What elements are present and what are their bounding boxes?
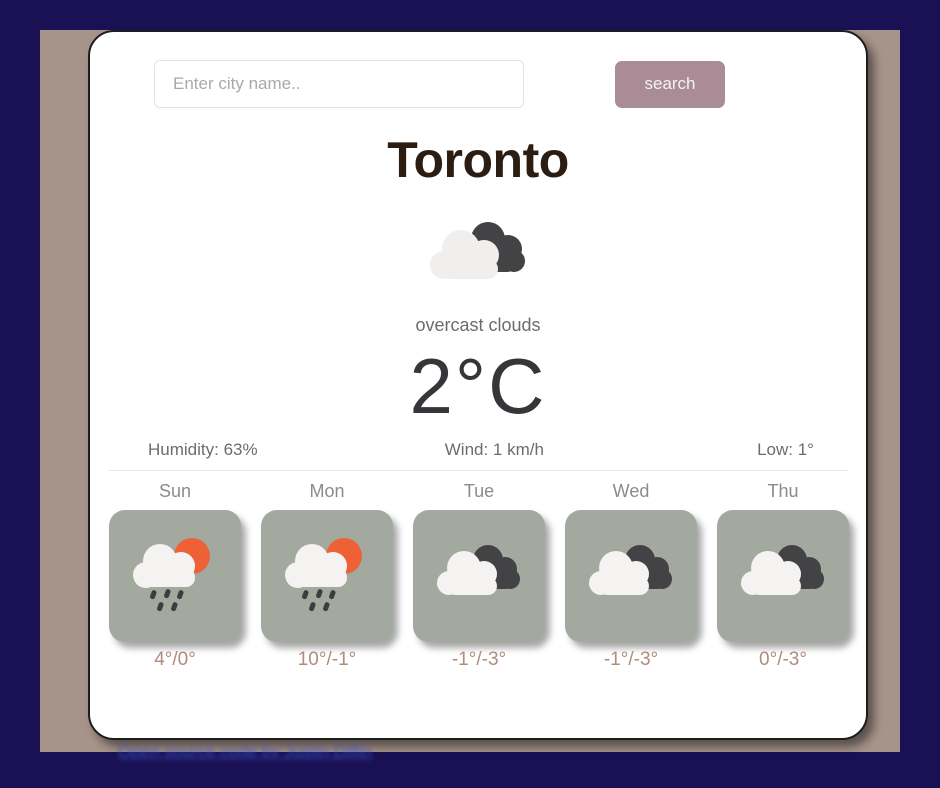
overcast-clouds-icon bbox=[437, 544, 520, 595]
search-button[interactable]: search bbox=[615, 60, 725, 108]
forecast-day-card[interactable]: Wed -1°/-3° bbox=[560, 481, 702, 671]
page-title: Toronto bbox=[387, 132, 569, 188]
forecast-icon-tile bbox=[717, 509, 849, 642]
forecast-temp-range: 4°/0° bbox=[154, 648, 196, 670]
forecast-day-label: Wed bbox=[612, 480, 650, 501]
overcast-clouds-icon bbox=[430, 222, 525, 279]
forecast-temp-range: -1°/-3° bbox=[603, 648, 659, 670]
rain-with-sun-icon bbox=[133, 537, 210, 611]
overcast-clouds-icon bbox=[741, 544, 824, 595]
forecast-icon-tile bbox=[109, 509, 241, 642]
forecast-day-card[interactable]: Mon 10°/-1° bbox=[256, 481, 398, 671]
humidity-stat: Humidity: 63% bbox=[148, 439, 258, 459]
forecast-temp-range: 0°/-3° bbox=[759, 648, 807, 670]
weather-card: search Toronto overcast clouds 2°C bbox=[88, 30, 868, 740]
overcast-clouds-icon bbox=[589, 544, 672, 595]
low-temp-stat: Low: 1° bbox=[757, 439, 814, 459]
stats-row: Humidity: 63% Wind: 1 km/h Low: 1° bbox=[90, 430, 866, 460]
current-weather-icon-wrap bbox=[90, 217, 866, 289]
current-temperature: 2°C bbox=[409, 342, 547, 430]
forecast-icon-tile bbox=[565, 509, 697, 642]
rain-with-sun-icon bbox=[285, 537, 362, 611]
search-input[interactable] bbox=[154, 60, 524, 108]
forecast-day-label: Thu bbox=[767, 480, 799, 501]
forecast-row: Sun 4°/0° Mon 10°/-1° Tue -1°/-3° Wed -1… bbox=[90, 471, 866, 671]
forecast-day-card[interactable]: Tue -1°/-3° bbox=[408, 481, 550, 671]
condition-text: overcast clouds bbox=[415, 315, 541, 335]
forecast-temp-range: 10°/-1° bbox=[297, 648, 357, 670]
source-code-link[interactable]: Open source code by Justin Diffin bbox=[118, 742, 372, 762]
forecast-day-label: Tue bbox=[463, 480, 495, 501]
forecast-icon-tile bbox=[413, 509, 545, 642]
wind-stat: Wind: 1 km/h bbox=[444, 439, 544, 459]
forecast-icon-tile bbox=[261, 509, 393, 642]
forecast-temp-range: -1°/-3° bbox=[451, 648, 507, 670]
forecast-day-card[interactable]: Sun 4°/0° bbox=[104, 481, 246, 671]
forecast-day-label: Mon bbox=[309, 480, 345, 501]
forecast-day-label: Sun bbox=[158, 480, 192, 501]
forecast-day-card[interactable]: Thu 0°/-3° bbox=[712, 481, 854, 671]
search-row: search bbox=[90, 32, 866, 108]
